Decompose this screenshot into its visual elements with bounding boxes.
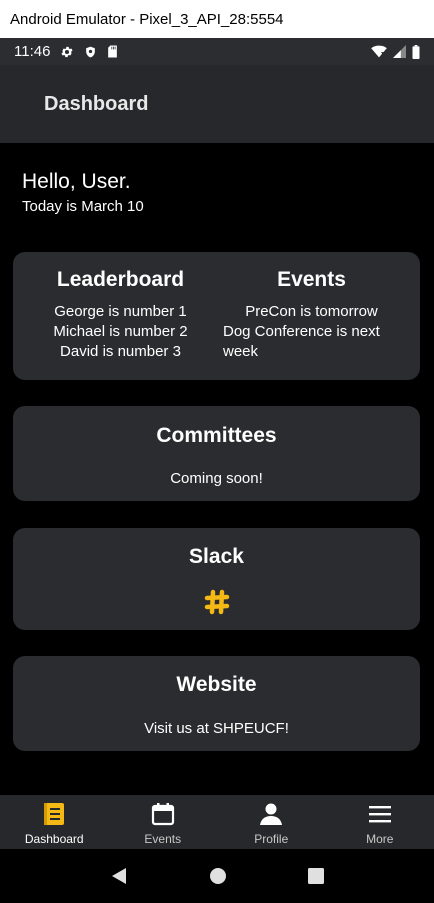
- status-time: 11:46: [14, 43, 51, 60]
- system-navigation-bar: [0, 849, 434, 903]
- nav-label-events: Events: [144, 832, 182, 846]
- home-icon[interactable]: [209, 867, 227, 885]
- menu-icon: [368, 806, 391, 823]
- nav-label-profile: Profile: [254, 832, 289, 846]
- bottom-navigation: Dashboard Events Profile More: [0, 795, 434, 849]
- event-item: PreCon is tomorrow: [245, 303, 378, 320]
- website-link[interactable]: Visit us at SHPEUCF!: [13, 720, 420, 737]
- dashboard-icon: [44, 803, 65, 825]
- battery-icon: [412, 44, 420, 59]
- leaderboard-events-card: Leaderboard George is number 1 Michael i…: [13, 252, 420, 380]
- nav-item-more[interactable]: More: [326, 795, 434, 849]
- wifi-icon: [371, 45, 387, 58]
- greeting: Hello, User. Today is March 10: [22, 170, 144, 215]
- nav-label-dashboard: Dashboard: [24, 832, 84, 846]
- window-title-bar: Android Emulator - Pixel_3_API_28:5554: [0, 0, 434, 38]
- window-title: Android Emulator - Pixel_3_API_28:5554: [10, 10, 284, 28]
- nav-item-events[interactable]: Events: [109, 795, 218, 849]
- calendar-icon: [151, 803, 174, 826]
- greeting-date: Today is March 10: [22, 198, 144, 215]
- greeting-hello: Hello, User.: [22, 170, 131, 193]
- website-card[interactable]: Website Visit us at SHPEUCF!: [13, 656, 420, 751]
- shield-icon: [84, 45, 97, 59]
- app-bar: Dashboard: [0, 65, 434, 143]
- status-bar: 11:46: [0, 38, 434, 65]
- events-section: Events PreCon is tomorrow Dog Conference…: [223, 268, 400, 362]
- recents-icon[interactable]: [307, 868, 324, 884]
- back-icon[interactable]: [110, 867, 128, 885]
- nav-item-dashboard[interactable]: Dashboard: [0, 795, 109, 849]
- signal-icon: [393, 45, 406, 58]
- leaderboard-item: Michael is number 2: [53, 323, 188, 340]
- nav-item-profile[interactable]: Profile: [217, 795, 326, 849]
- website-title: Website: [176, 673, 257, 696]
- slack-hash-icon[interactable]: [204, 589, 230, 615]
- leaderboard-section: Leaderboard George is number 1 Michael i…: [43, 268, 198, 362]
- nav-label-more: More: [366, 832, 394, 846]
- settings-gear-icon: [60, 45, 74, 59]
- committees-text: Coming soon!: [170, 470, 263, 487]
- slack-card[interactable]: Slack: [13, 528, 420, 630]
- committees-title: Committees: [156, 424, 277, 447]
- sd-card-icon: [107, 45, 118, 58]
- events-title: Events: [277, 268, 346, 291]
- leaderboard-title: Leaderboard: [56, 268, 185, 291]
- leaderboard-item: George is number 1: [54, 303, 187, 320]
- slack-title: Slack: [189, 545, 244, 568]
- person-icon: [260, 803, 283, 825]
- committees-card[interactable]: Committees Coming soon!: [13, 406, 420, 501]
- page-title: Dashboard: [44, 92, 149, 115]
- leaderboard-item: David is number 3: [60, 343, 181, 360]
- event-item: Dog Conference is next week: [223, 323, 380, 360]
